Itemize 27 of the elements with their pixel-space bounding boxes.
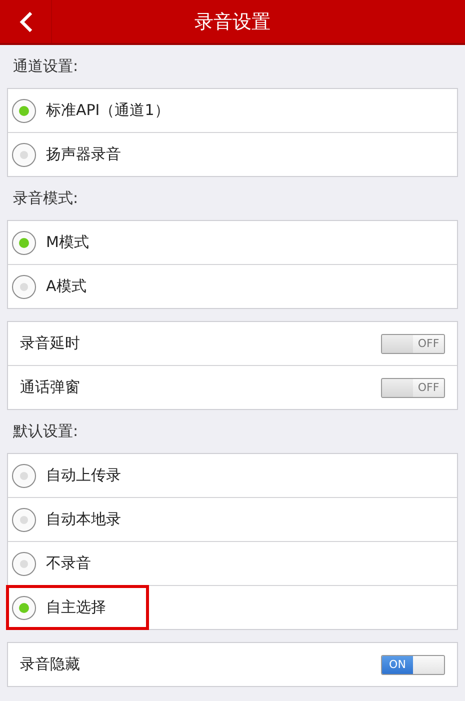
toggle-switch[interactable]: ON	[381, 654, 445, 674]
option-label: 自动本地录	[46, 510, 122, 529]
option-label: 自动上传录	[46, 466, 122, 485]
radio-button[interactable]	[12, 142, 36, 166]
option-label: M模式	[46, 233, 90, 252]
option-label: 标准API（通道1）	[46, 101, 170, 120]
radio-button[interactable]	[12, 596, 36, 620]
option-label: 扬声器录音	[46, 145, 122, 164]
setting-label: 通话弹窗	[19, 378, 81, 397]
radio-button[interactable]	[12, 230, 36, 254]
setting-label: 录音隐藏	[19, 655, 81, 674]
window-title: 录音设置	[194, 10, 270, 34]
radio-button[interactable]	[12, 464, 36, 488]
radio-button[interactable]	[12, 274, 36, 298]
section-header: 录音模式:	[12, 188, 80, 209]
option-label: 自主选择	[46, 598, 107, 617]
radio-button[interactable]	[12, 508, 36, 532]
radio-button[interactable]	[12, 98, 36, 122]
option-label: 不录音	[46, 554, 92, 573]
radio-button[interactable]	[12, 552, 36, 576]
section-header: 默认设置:	[12, 421, 80, 442]
toggle-switch[interactable]: OFF	[381, 334, 445, 354]
option-label: A模式	[46, 277, 88, 296]
toggle-switch[interactable]: OFF	[381, 378, 445, 398]
section-header: 通道设置:	[12, 56, 80, 77]
back-icon	[18, 10, 32, 32]
setting-label: 录音延时	[19, 334, 81, 353]
